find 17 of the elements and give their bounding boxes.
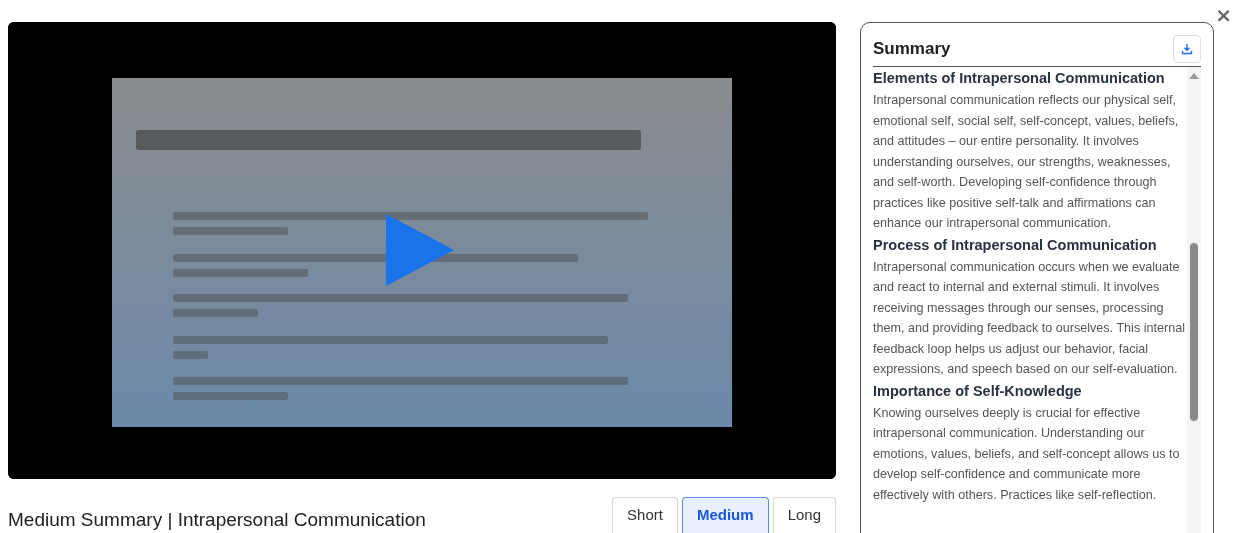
- download-button[interactable]: [1173, 35, 1201, 63]
- download-icon: [1181, 43, 1193, 55]
- length-tab[interactable]: Medium: [681, 497, 769, 533]
- length-tab[interactable]: Long: [772, 497, 836, 533]
- section-heading: Process of Intrapersonal Communication: [873, 235, 1158, 254]
- section-text: Knowing ourselves deeply is crucial for effective intrapersonal communication. Understanding our emotions, values, beliefs, and self-concept allows us to develop self-confidence and communicate more effectively with others. Practices like self-reflection.: [873, 404, 1181, 504]
- scrollbar[interactable]: [1187, 67, 1201, 533]
- close-button[interactable]: ×: [1215, 3, 1232, 27]
- section-heading: Importance of Self-Knowledge: [873, 381, 1083, 400]
- section-heading: Elements of Intrapersonal Communication: [873, 69, 1166, 87]
- summary-title: Medium Summary | Intrapersonal Communication: [8, 509, 426, 532]
- length-tab[interactable]: Short: [612, 497, 678, 533]
- section-text: Intrapersonal communication reflects our physical self, emotional self, social self, self-concept, values, beliefs, and attitudes – our entire personality. It involves understanding ourselves, our strengths, weaknesses, and self-worth. Developing self-confidence through practices like positive self-talk and affirmations can enhance our intrapersonal communication.: [873, 92, 1180, 232]
- section-text: Intrapersonal communication occurs when we evaluate and react to internal and external stimuli. It involves receiving messages through our senses, processing them, and providing feedback to ourselves. This internal feedback loop helps us adjust our behavior, facial expressions, and speech based on our self-evaluation.: [873, 258, 1185, 378]
- scroll-thumb[interactable]: [1190, 243, 1198, 421]
- panel-title: Summary: [873, 39, 951, 59]
- scroll-up-icon[interactable]: [1189, 73, 1199, 79]
